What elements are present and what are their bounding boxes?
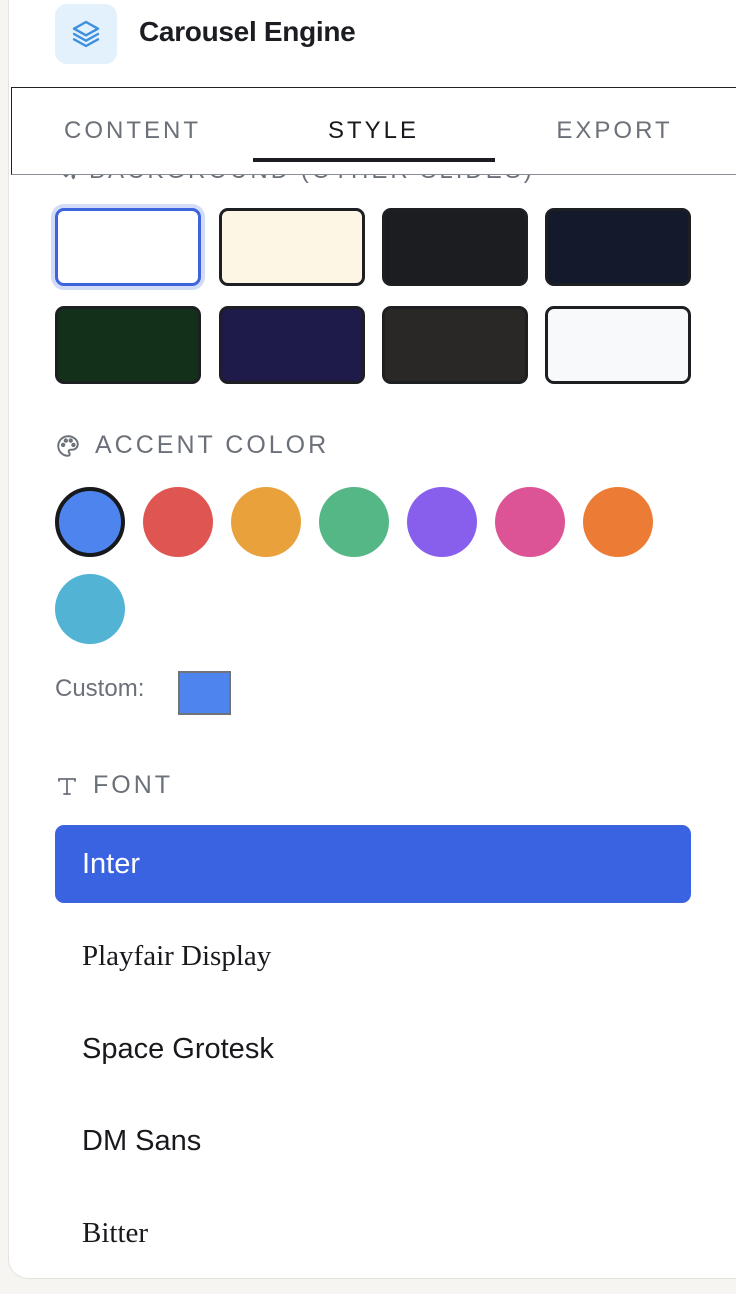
- accent-color-5[interactable]: [407, 487, 477, 557]
- font-option-dm-sans[interactable]: DM Sans: [55, 1102, 691, 1180]
- app-header: Carousel Engine: [9, 0, 736, 88]
- style-scroll-area[interactable]: BACKGROUND (OTHER SLIDES) ACCENT COLOR: [9, 175, 736, 1278]
- font-option-inter[interactable]: Inter: [55, 825, 691, 903]
- custom-color-picker[interactable]: [178, 671, 231, 715]
- accent-section-title: ACCENT COLOR: [95, 431, 330, 459]
- accent-color-6[interactable]: [495, 487, 565, 557]
- bg-swatch-5[interactable]: [55, 306, 201, 384]
- type-icon: [58, 777, 76, 795]
- accent-color-8[interactable]: [55, 574, 125, 644]
- bg-swatch-6[interactable]: [219, 306, 365, 384]
- accent-color-1[interactable]: [55, 487, 125, 557]
- bg-swatch-7[interactable]: [382, 306, 528, 384]
- bg-swatch-4[interactable]: [545, 208, 691, 286]
- accent-section-label: ACCENT COLOR: [55, 431, 329, 460]
- font-option-playfair-display[interactable]: Playfair Display: [55, 917, 691, 995]
- font-section-title: FONT: [93, 771, 174, 799]
- background-section-title: BACKGROUND (OTHER SLIDES): [89, 175, 535, 185]
- app-title: Carousel Engine: [139, 16, 356, 47]
- bg-swatch-1[interactable]: [55, 208, 201, 286]
- font-option-bitter[interactable]: Bitter: [55, 1194, 691, 1272]
- background-section-label: BACKGROUND (OTHER SLIDES): [55, 175, 535, 185]
- style-panel: Carousel Engine CONTENT STYLE EXPORT BAC…: [8, 0, 736, 1279]
- tab-bar: CONTENT STYLE EXPORT: [11, 87, 736, 175]
- custom-color-label: Custom:: [55, 675, 145, 702]
- layers-icon: [72, 20, 100, 48]
- bg-swatch-8[interactable]: [545, 306, 691, 384]
- active-tab-indicator: [253, 158, 495, 162]
- bg-swatch-3[interactable]: [382, 208, 528, 286]
- tab-content[interactable]: CONTENT: [12, 88, 253, 174]
- bg-swatch-2[interactable]: [219, 208, 365, 286]
- font-option-space-grotesk[interactable]: Space Grotesk: [55, 1010, 691, 1088]
- app-logo: [55, 4, 117, 64]
- font-section-label: FONT: [55, 771, 173, 800]
- accent-color-7[interactable]: [583, 487, 653, 557]
- accent-color-2[interactable]: [143, 487, 213, 557]
- accent-color-3[interactable]: [231, 487, 301, 557]
- tab-export[interactable]: EXPORT: [494, 88, 735, 174]
- palette-icon: [57, 434, 79, 457]
- accent-color-4[interactable]: [319, 487, 389, 557]
- paint-bucket-icon: [63, 175, 76, 180]
